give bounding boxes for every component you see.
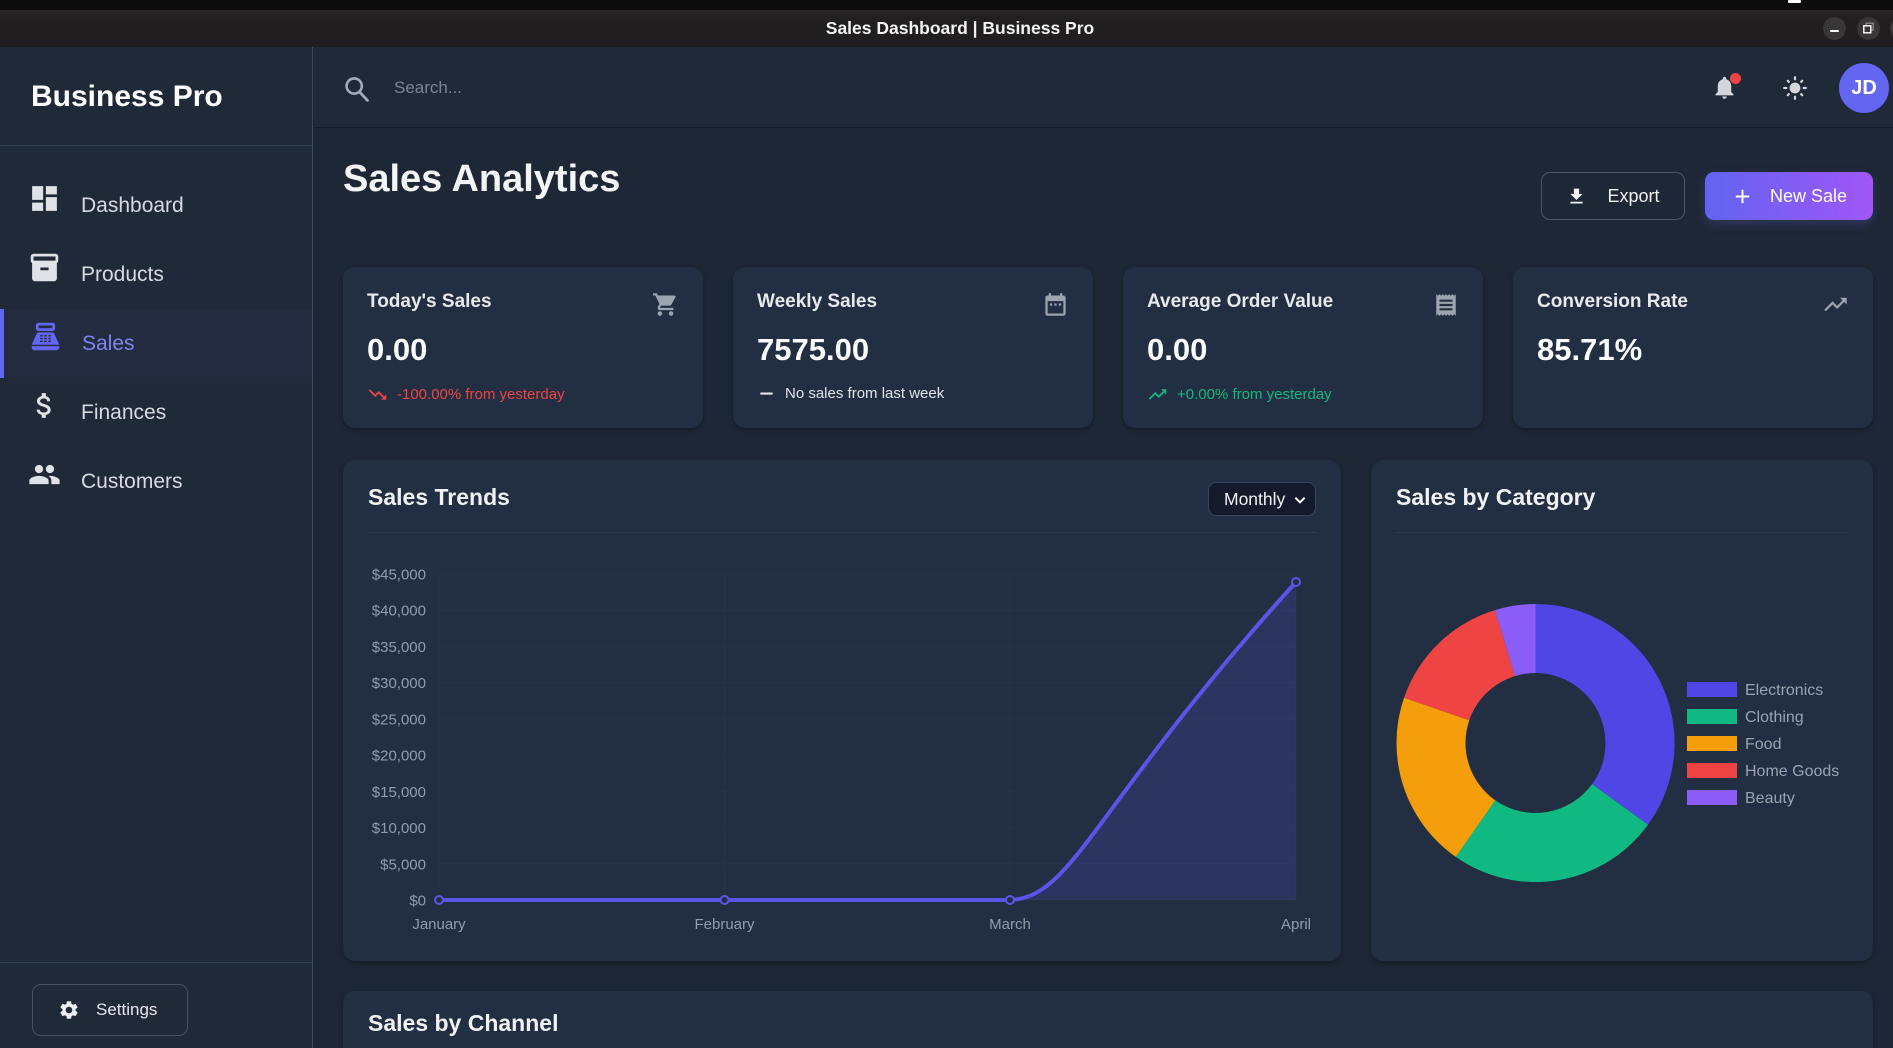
svg-text:$20,000: $20,000: [372, 748, 426, 765]
svg-text:Beauty: Beauty: [1745, 790, 1795, 807]
svg-text:February: February: [694, 916, 755, 933]
svg-text:Electronics: Electronics: [1745, 682, 1823, 699]
svg-text:March: March: [989, 916, 1031, 933]
svg-text:$0: $0: [409, 893, 426, 910]
svg-text:$15,000: $15,000: [372, 784, 426, 801]
svg-text:$30,000: $30,000: [372, 675, 426, 692]
svg-text:$40,000: $40,000: [372, 603, 426, 620]
svg-text:$5,000: $5,000: [380, 856, 426, 873]
svg-text:$35,000: $35,000: [372, 639, 426, 656]
svg-text:Clothing: Clothing: [1745, 709, 1804, 726]
svg-text:April: April: [1281, 916, 1311, 933]
svg-text:Food: Food: [1745, 736, 1781, 753]
svg-text:January: January: [412, 916, 466, 933]
svg-text:$10,000: $10,000: [372, 820, 426, 837]
svg-text:$25,000: $25,000: [372, 711, 426, 728]
svg-text:Home Goods: Home Goods: [1745, 763, 1839, 780]
svg-text:$45,000: $45,000: [372, 567, 426, 584]
